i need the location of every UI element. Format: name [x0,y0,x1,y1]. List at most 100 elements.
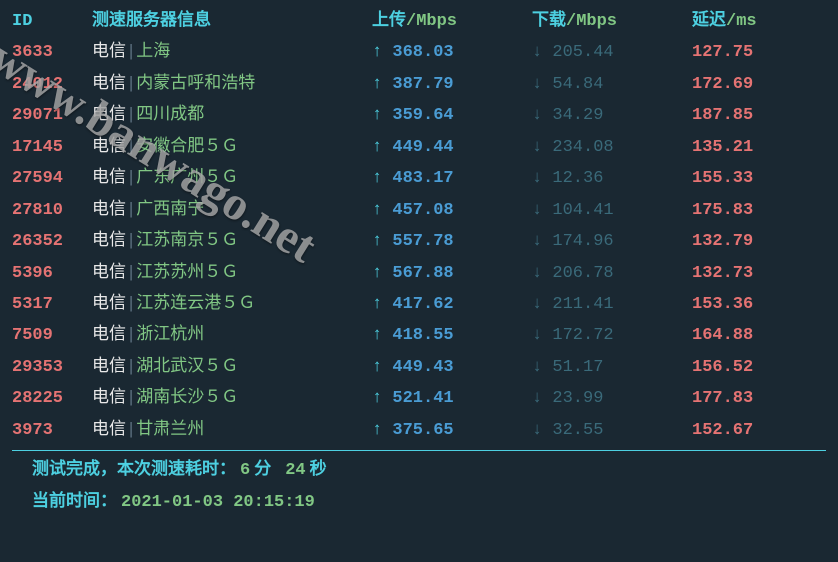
cell-upload: ↑ 375.65 [372,415,532,446]
cell-id: 26352 [12,226,92,257]
cell-download: ↓ 32.55 [532,415,692,446]
cell-server: 电信|江苏连云港５Ｇ [92,289,372,320]
cell-download: ↓ 174.96 [532,226,692,257]
cell-location: 广东广州５Ｇ [136,169,238,188]
cell-sep: | [126,326,136,345]
cell-download: ↓ 51.17 [532,352,692,383]
header-download: 下载/Mbps [532,6,692,37]
cell-location: 甘肃兰州 [136,421,204,440]
cell-server: 电信|浙江杭州 [92,320,372,351]
arrow-up-icon: ↑ [372,232,382,251]
header-latency: 延迟/ms [692,6,812,37]
arrow-down-icon: ↓ [532,358,542,377]
header-server: 测速服务器信息 [92,6,372,37]
cell-id: 27810 [12,195,92,226]
cell-upload: ↑ 483.17 [372,163,532,194]
cell-sep: | [126,421,136,440]
cell-download: ↓ 211.41 [532,289,692,320]
cell-sep: | [126,75,136,94]
cell-id: 29353 [12,352,92,383]
arrow-down-icon: ↓ [532,295,542,314]
cell-download: ↓ 234.08 [532,132,692,163]
header-upload: 上传/Mbps [372,6,532,37]
cell-isp: 电信 [92,326,126,345]
cell-download: ↓ 172.72 [532,320,692,351]
cell-location: 湖南长沙５Ｇ [136,389,238,408]
cell-id: 17145 [12,132,92,163]
cell-isp: 电信 [92,169,126,188]
table-row: 29071电信|四川成都↑ 359.64↓ 34.29187.85 [12,100,826,131]
cell-sep: | [126,389,136,408]
cell-server: 电信|安徽合肥５Ｇ [92,132,372,163]
arrow-up-icon: ↑ [372,358,382,377]
cell-location: 江苏南京５Ｇ [136,232,238,251]
cell-server: 电信|上海 [92,37,372,68]
cell-sep: | [126,138,136,157]
table-body: 3633电信|上海↑ 368.03↓ 205.44127.7524012电信|内… [12,37,826,446]
cell-server: 电信|内蒙古呼和浩特 [92,69,372,100]
table-row: 3633电信|上海↑ 368.03↓ 205.44127.75 [12,37,826,68]
cell-upload: ↑ 521.41 [372,383,532,414]
cell-location: 广西南宁 [136,201,204,220]
cell-latency: 155.33 [692,163,812,194]
arrow-up-icon: ↑ [372,201,382,220]
cell-server: 电信|湖南长沙５Ｇ [92,383,372,414]
cell-server: 电信|广西南宁 [92,195,372,226]
cell-isp: 电信 [92,75,126,94]
cell-upload: ↑ 418.55 [372,320,532,351]
cell-download: ↓ 206.78 [532,258,692,289]
cell-isp: 电信 [92,264,126,283]
cell-id: 3633 [12,37,92,68]
cell-latency: 152.67 [692,415,812,446]
cell-sep: | [126,264,136,283]
arrow-up-icon: ↑ [372,169,382,188]
cell-upload: ↑ 387.79 [372,69,532,100]
table-row: 29353电信|湖北武汉５Ｇ↑ 449.43↓ 51.17156.52 [12,352,826,383]
cell-download: ↓ 54.84 [532,69,692,100]
arrow-up-icon: ↑ [372,421,382,440]
cell-upload: ↑ 557.78 [372,226,532,257]
cell-sep: | [126,295,136,314]
cell-upload: ↑ 449.44 [372,132,532,163]
cell-id: 27594 [12,163,92,194]
cell-latency: 127.75 [692,37,812,68]
table-row: 27810电信|广西南宁↑ 457.08↓ 104.41175.83 [12,195,826,226]
cell-id: 5317 [12,289,92,320]
cell-server: 电信|江苏苏州５Ｇ [92,258,372,289]
table-row: 7509电信|浙江杭州↑ 418.55↓ 172.72164.88 [12,320,826,351]
table-row: 28225电信|湖南长沙５Ｇ↑ 521.41↓ 23.99177.83 [12,383,826,414]
arrow-up-icon: ↑ [372,75,382,94]
cell-id: 3973 [12,415,92,446]
cell-isp: 电信 [92,358,126,377]
cell-upload: ↑ 567.88 [372,258,532,289]
cell-sep: | [126,232,136,251]
cell-upload: ↑ 457.08 [372,195,532,226]
cell-id: 7509 [12,320,92,351]
arrow-up-icon: ↑ [372,389,382,408]
cell-upload: ↑ 449.43 [372,352,532,383]
cell-latency: 135.21 [692,132,812,163]
cell-upload: ↑ 417.62 [372,289,532,320]
cell-id: 5396 [12,258,92,289]
cell-sep: | [126,358,136,377]
cell-download: ↓ 104.41 [532,195,692,226]
table-header: ID 测速服务器信息 上传/Mbps 下载/Mbps 延迟/ms [12,6,826,37]
cell-latency: 132.79 [692,226,812,257]
arrow-down-icon: ↓ [532,389,542,408]
table-row: 26352电信|江苏南京５Ｇ↑ 557.78↓ 174.96132.79 [12,226,826,257]
cell-isp: 电信 [92,43,126,62]
arrow-up-icon: ↑ [372,264,382,283]
cell-sep: | [126,201,136,220]
cell-id: 28225 [12,383,92,414]
arrow-up-icon: ↑ [372,43,382,62]
cell-latency: 177.83 [692,383,812,414]
arrow-up-icon: ↑ [372,106,382,125]
arrow-down-icon: ↓ [532,326,542,345]
divider-line [12,450,826,451]
cell-latency: 175.83 [692,195,812,226]
cell-latency: 164.88 [692,320,812,351]
arrow-up-icon: ↑ [372,138,382,157]
arrow-down-icon: ↓ [532,264,542,283]
arrow-down-icon: ↓ [532,201,542,220]
arrow-down-icon: ↓ [532,75,542,94]
